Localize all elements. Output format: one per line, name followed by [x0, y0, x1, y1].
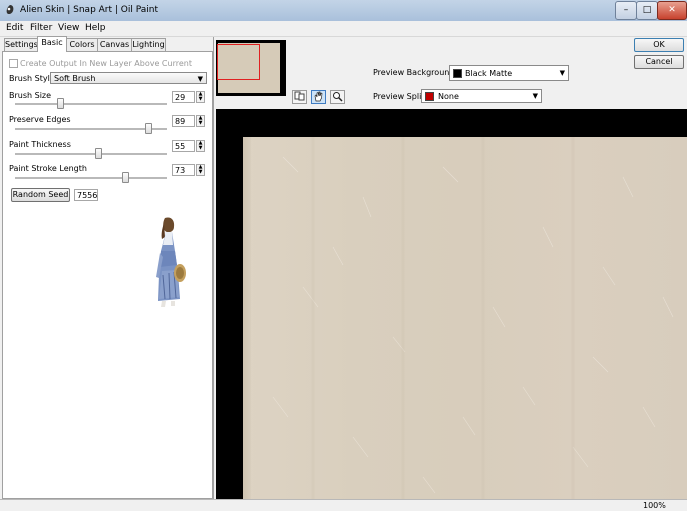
paint-thickness-slider-thumb[interactable]	[95, 148, 102, 159]
tab-canvas[interactable]: Canvas	[97, 38, 132, 51]
zoom-icon[interactable]	[330, 90, 345, 104]
brush-size-label: Brush Size	[9, 91, 52, 100]
hand-icon[interactable]	[311, 90, 326, 104]
black-swatch-icon	[453, 69, 462, 78]
window-title: Alien Skin | Snap Art | Oil Paint	[20, 5, 159, 15]
tab-lighting[interactable]: Lighting	[131, 38, 166, 51]
paint-thickness-input[interactable]: 55	[172, 140, 195, 152]
preview-background-dropdown[interactable]: Black Matte ▼	[449, 65, 569, 81]
brush-size-input[interactable]: 29	[172, 91, 195, 103]
paint-stroke-length-slider-track[interactable]	[15, 177, 167, 180]
tab-settings[interactable]: Settings	[4, 38, 38, 51]
create-output-label: Create Output In New Layer Above Current	[20, 59, 192, 68]
brush-size-spinner[interactable]: ▲ ▼	[196, 91, 205, 103]
close-button[interactable]: ✕	[657, 1, 687, 20]
zoom-level: 100%	[643, 501, 666, 510]
compare-icon[interactable]	[292, 90, 307, 104]
paint-stroke-length-input[interactable]: 73	[172, 164, 195, 176]
preserve-edges-slider-thumb[interactable]	[145, 123, 152, 134]
preview-split-dropdown[interactable]: None ▼	[421, 89, 542, 103]
preview-background-value: Black Matte	[465, 69, 513, 78]
menu-filter[interactable]: Filter	[30, 23, 52, 33]
brush-size-slider-thumb[interactable]	[57, 98, 64, 109]
paint-stroke-length-label: Paint Stroke Length	[9, 164, 87, 173]
preserve-edges-spinner[interactable]: ▲ ▼	[196, 115, 205, 127]
preview-canvas-image[interactable]	[243, 137, 687, 499]
paint-stroke-length-slider-thumb[interactable]	[122, 172, 129, 183]
ok-button[interactable]: OK	[634, 38, 684, 52]
preview-split-label: Preview Split:	[373, 92, 428, 101]
oil-paint-sample-image	[156, 217, 186, 307]
tab-colors[interactable]: Colors	[66, 38, 98, 51]
brush-style-dropdown[interactable]: Soft Brush ▼	[50, 72, 207, 84]
app-logo-icon	[6, 5, 14, 15]
menu-edit[interactable]: Edit	[6, 23, 23, 33]
minimize-button[interactable]: –	[615, 1, 637, 20]
navigator-view-rect[interactable]	[217, 44, 260, 80]
maximize-button[interactable]: □	[636, 1, 658, 20]
preserve-edges-label: Preserve Edges	[9, 115, 71, 124]
cancel-button[interactable]: Cancel	[634, 55, 684, 69]
menu-view[interactable]: View	[58, 23, 79, 33]
paint-thickness-label: Paint Thickness	[9, 140, 71, 149]
paint-stroke-length-spinner[interactable]: ▲ ▼	[196, 164, 205, 176]
chevron-down-icon: ▼	[532, 92, 538, 100]
random-seed-button[interactable]: Random Seed	[11, 188, 70, 202]
chevron-down-icon: ▼	[197, 75, 203, 83]
brush-style-value: Soft Brush	[54, 74, 96, 83]
paint-thickness-slider-track[interactable]	[15, 153, 167, 156]
menu-help[interactable]: Help	[85, 23, 106, 33]
chevron-down-icon: ▼	[559, 69, 565, 77]
canvas-edge	[243, 137, 251, 499]
red-swatch-icon	[425, 92, 434, 101]
tab-basic[interactable]: Basic	[37, 36, 67, 52]
random-seed-input[interactable]: 7556	[74, 189, 98, 201]
paint-thickness-spinner[interactable]: ▲ ▼	[196, 140, 205, 152]
create-output-checkbox[interactable]	[9, 59, 18, 68]
paper-texture	[272, 137, 674, 499]
brush-size-slider-track[interactable]	[15, 103, 167, 106]
preview-split-value: None	[438, 92, 459, 101]
preserve-edges-input[interactable]: 89	[172, 115, 195, 127]
preview-background-label: Preview Background:	[373, 68, 458, 77]
status-bar	[0, 499, 687, 511]
